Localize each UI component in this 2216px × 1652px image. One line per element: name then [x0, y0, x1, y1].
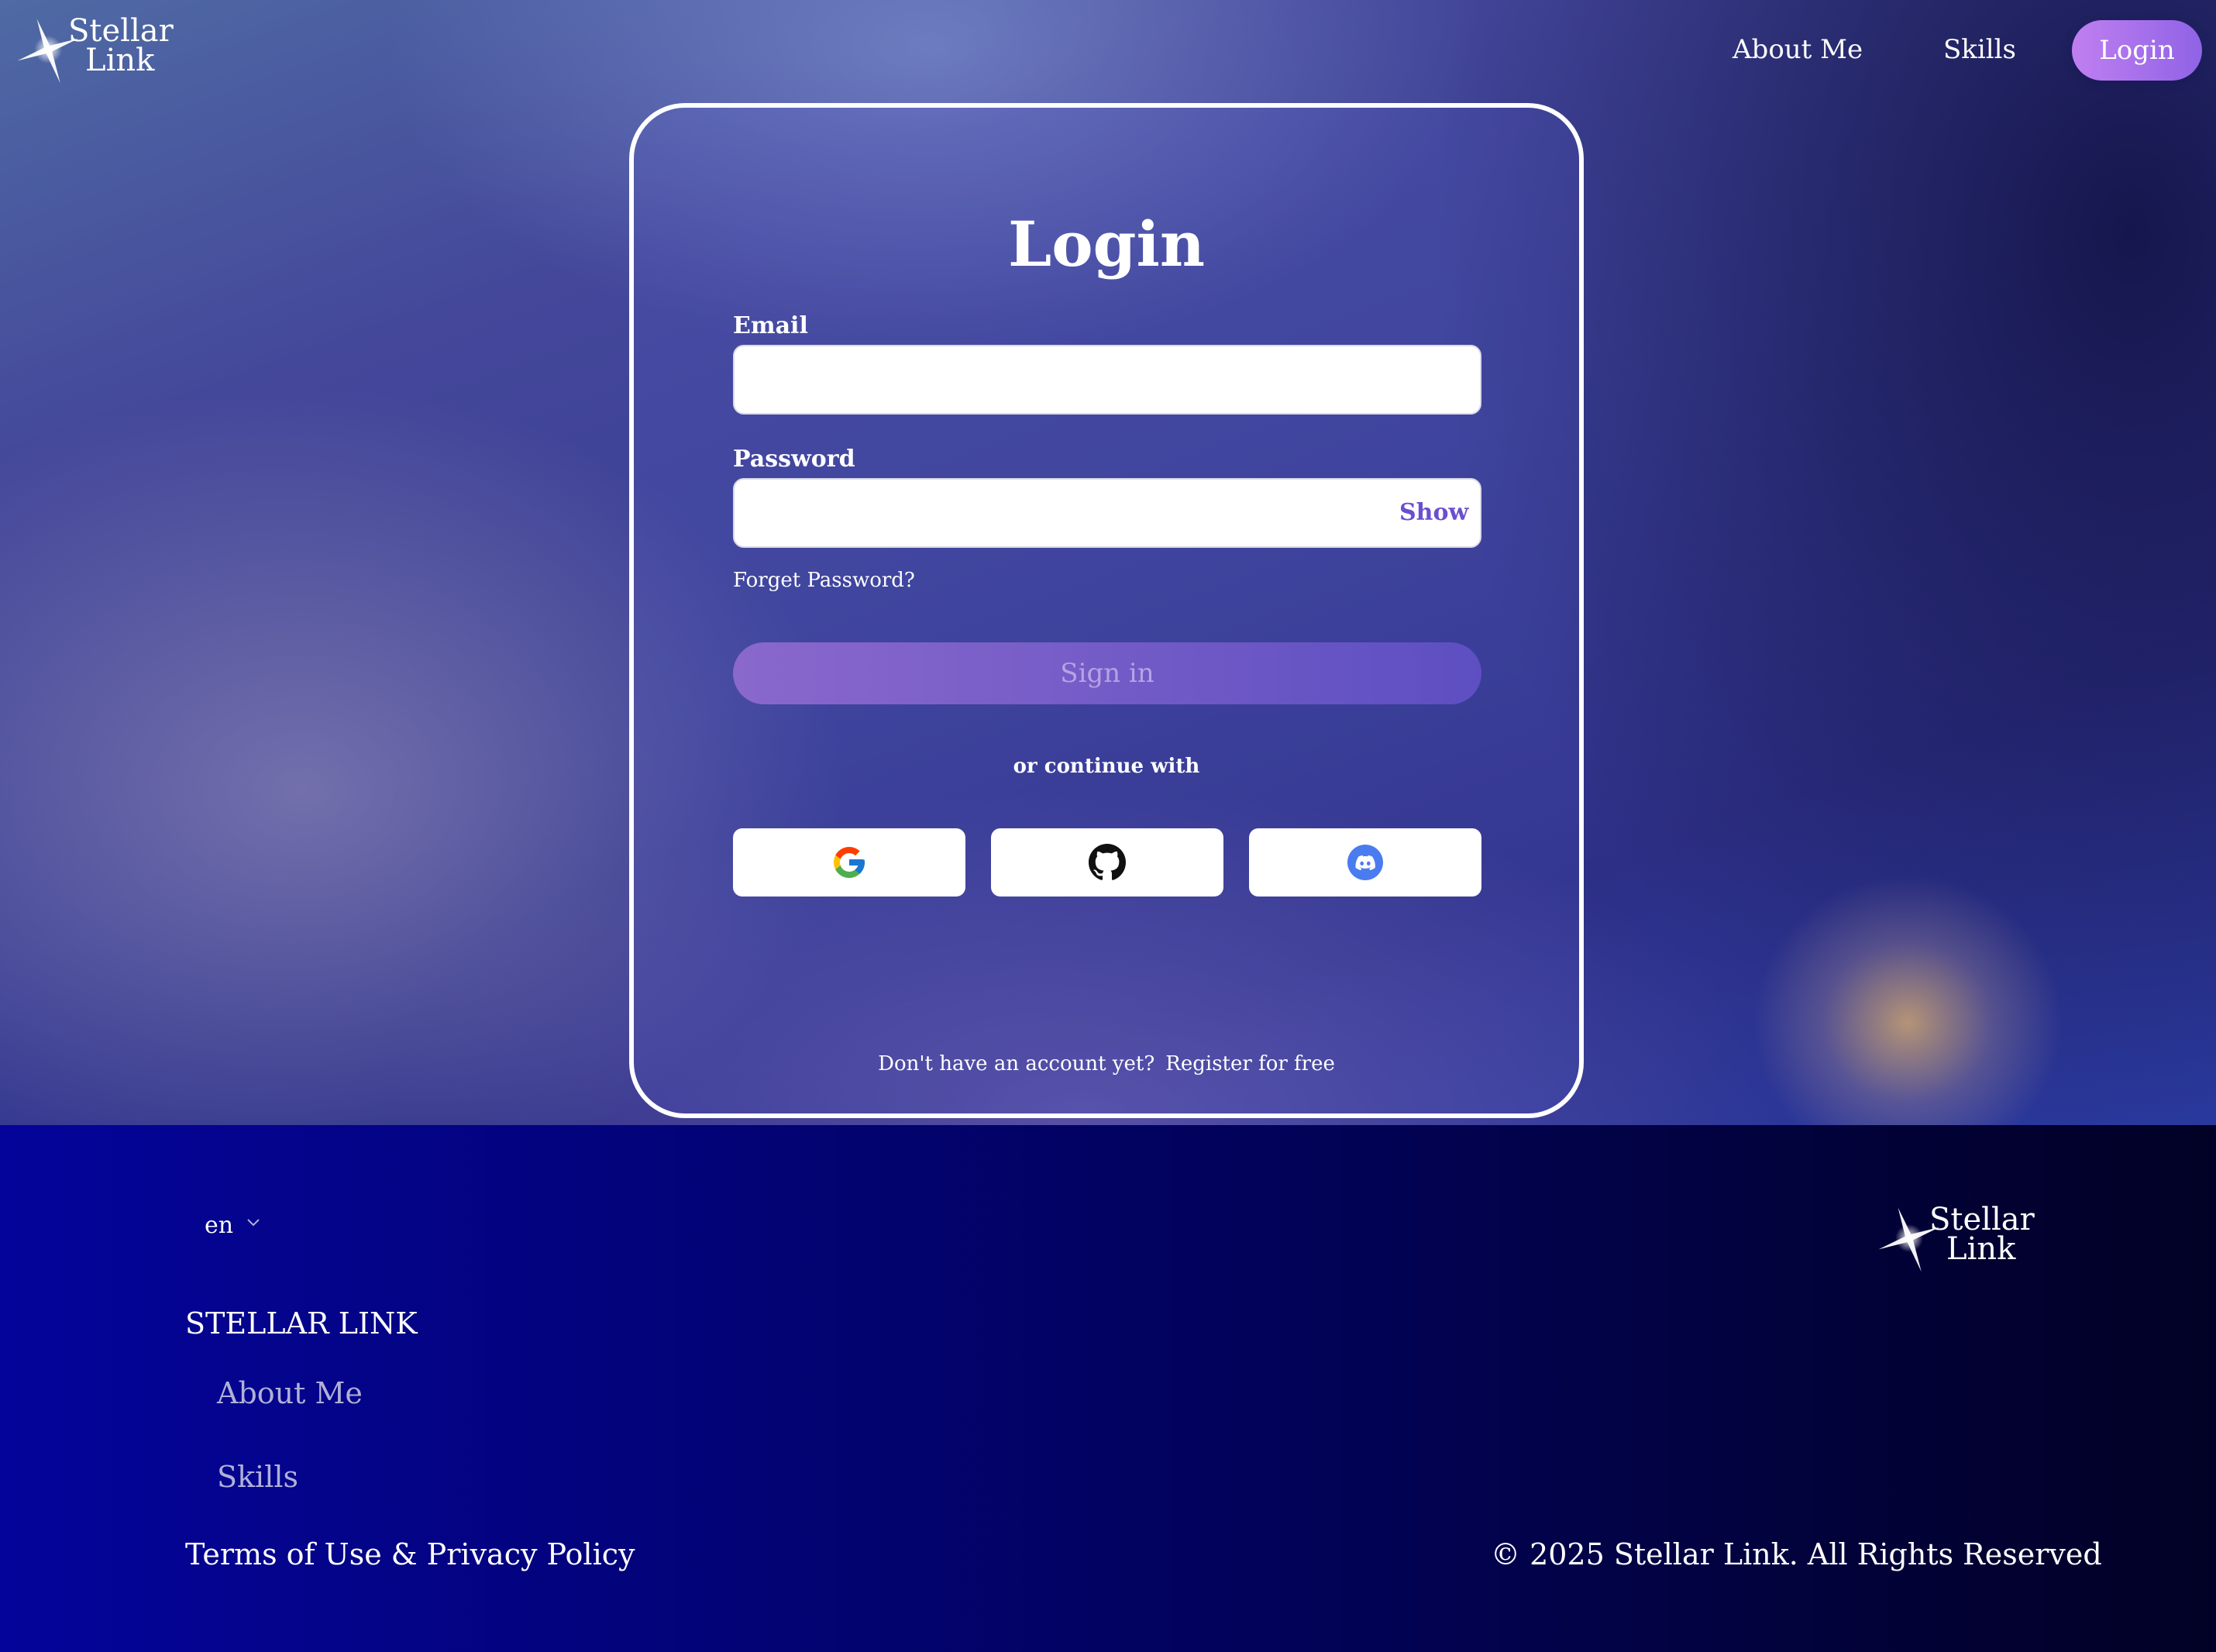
google-login-button[interactable] — [733, 828, 965, 897]
logo[interactable]: Stellar Link — [14, 12, 174, 90]
footer-link-skills[interactable]: Skills — [217, 1460, 298, 1494]
email-label: Email — [733, 312, 808, 339]
nav-login-button[interactable]: Login — [2072, 20, 2202, 81]
footer-link-about-me[interactable]: About Me — [217, 1376, 363, 1410]
register-row: Don't have an account yet? Register for f… — [634, 1051, 1579, 1076]
google-icon — [834, 847, 865, 878]
sign-in-button[interactable]: Sign in — [733, 642, 1481, 704]
login-card: Login Email Password Show Forget Passwor… — [629, 103, 1584, 1118]
github-login-button[interactable] — [991, 828, 1223, 897]
logo-text-line2: Link — [85, 43, 155, 78]
footer-logo-line1: Stellar — [1929, 1202, 2035, 1237]
footer-logo[interactable]: Stellar Link — [1875, 1201, 2035, 1279]
login-title: Login — [1007, 208, 1206, 280]
copyright-text: © 2025 Stellar Link. All Rights Reserved — [1491, 1537, 2102, 1571]
terms-privacy-link[interactable]: Terms of Use & Privacy Policy — [185, 1537, 635, 1571]
password-field[interactable] — [733, 478, 1481, 548]
email-field[interactable] — [733, 345, 1481, 415]
footer-brand-title: STELLAR LINK — [185, 1306, 418, 1341]
nav-skills[interactable]: Skills — [1943, 34, 2016, 65]
logo-text-line1: Stellar — [68, 13, 174, 49]
forgot-password-link[interactable]: Forget Password? — [733, 568, 915, 593]
chevron-down-icon[interactable] — [246, 1218, 260, 1227]
or-continue-text: or continue with — [1013, 755, 1200, 778]
github-icon — [1089, 844, 1126, 880]
no-account-text: Don't have an account yet? — [878, 1052, 1155, 1076]
password-label: Password — [733, 446, 855, 473]
discord-icon — [1347, 845, 1383, 880]
discord-login-button[interactable] — [1249, 828, 1481, 897]
show-password-button[interactable]: Show — [1399, 499, 1468, 527]
register-link[interactable]: Register for free — [1165, 1051, 1335, 1076]
footer-logo-line2: Link — [1946, 1231, 2016, 1267]
language-select[interactable]: en — [205, 1212, 233, 1240]
nav-about-me[interactable]: About Me — [1733, 34, 1863, 65]
